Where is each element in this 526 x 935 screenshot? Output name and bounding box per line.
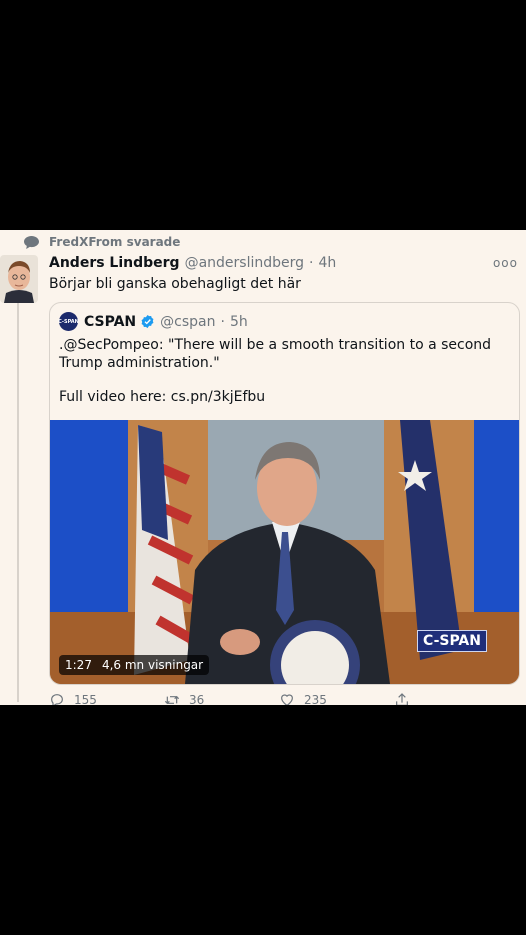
author-handle[interactable]: @anderslindberg	[185, 255, 304, 271]
quote-time[interactable]: 5h	[230, 314, 248, 330]
reply-button[interactable]: 155	[49, 692, 164, 705]
more-options-icon[interactable]: ooo	[493, 256, 518, 270]
quote-header: C-SPAN CSPAN @cspan · 5h	[58, 312, 248, 331]
quote-link-text[interactable]: Full video here: cs.pn/3kjEfbu	[59, 389, 265, 405]
avatar[interactable]	[0, 255, 38, 303]
reply-context-text: FredXFrom svarade	[49, 235, 181, 249]
heart-icon	[281, 694, 293, 705]
like-count: 235	[304, 693, 327, 705]
separator: ·	[220, 313, 225, 330]
author-name[interactable]: Anders Lindberg	[49, 255, 180, 271]
video-info-chip: 1:27 4,6 mn visningar	[59, 655, 210, 675]
retweet-icon	[164, 695, 180, 705]
tweet-time[interactable]: 4h	[318, 255, 336, 271]
separator: ·	[309, 255, 314, 271]
share-button[interactable]	[394, 692, 509, 705]
video-player[interactable]: C-SPAN 1:27 4,6 mn visningar	[50, 420, 519, 684]
reply-count: 155	[74, 693, 97, 705]
video-duration: 1:27	[65, 658, 92, 672]
thread-line	[17, 302, 19, 702]
tweet-header: Anders Lindberg @anderslindberg · 4h	[49, 255, 336, 271]
like-button[interactable]: 235	[279, 692, 394, 705]
reply-icon	[51, 694, 63, 705]
cspan-watermark: C-SPAN	[416, 630, 487, 652]
quote-author-handle[interactable]: @cspan	[160, 314, 215, 330]
quoted-tweet[interactable]: C-SPAN CSPAN @cspan · 5h .@SecPompeo: "T…	[49, 302, 520, 685]
video-views: 4,6 mn visningar	[101, 658, 204, 672]
cspan-avatar[interactable]: C-SPAN	[58, 312, 79, 331]
retweet-button[interactable]: 36	[164, 692, 279, 705]
speech-bubble-icon	[24, 235, 39, 249]
retweet-count: 36	[189, 693, 205, 705]
verified-badge-icon	[141, 314, 154, 329]
reply-context[interactable]: FredXFrom svarade	[24, 235, 180, 249]
quote-text: .@SecPompeo: "There will be a smooth tra…	[59, 337, 492, 371]
share-icon	[396, 693, 408, 705]
tweet-text: Börjar bli ganska obehagligt det här	[49, 276, 301, 292]
quote-author-name[interactable]: CSPAN	[84, 314, 136, 330]
tweet-actions: 155 36 235	[49, 692, 509, 705]
tweet-sheet: FredXFrom svarade Anders Lindberg @ander…	[0, 230, 526, 705]
